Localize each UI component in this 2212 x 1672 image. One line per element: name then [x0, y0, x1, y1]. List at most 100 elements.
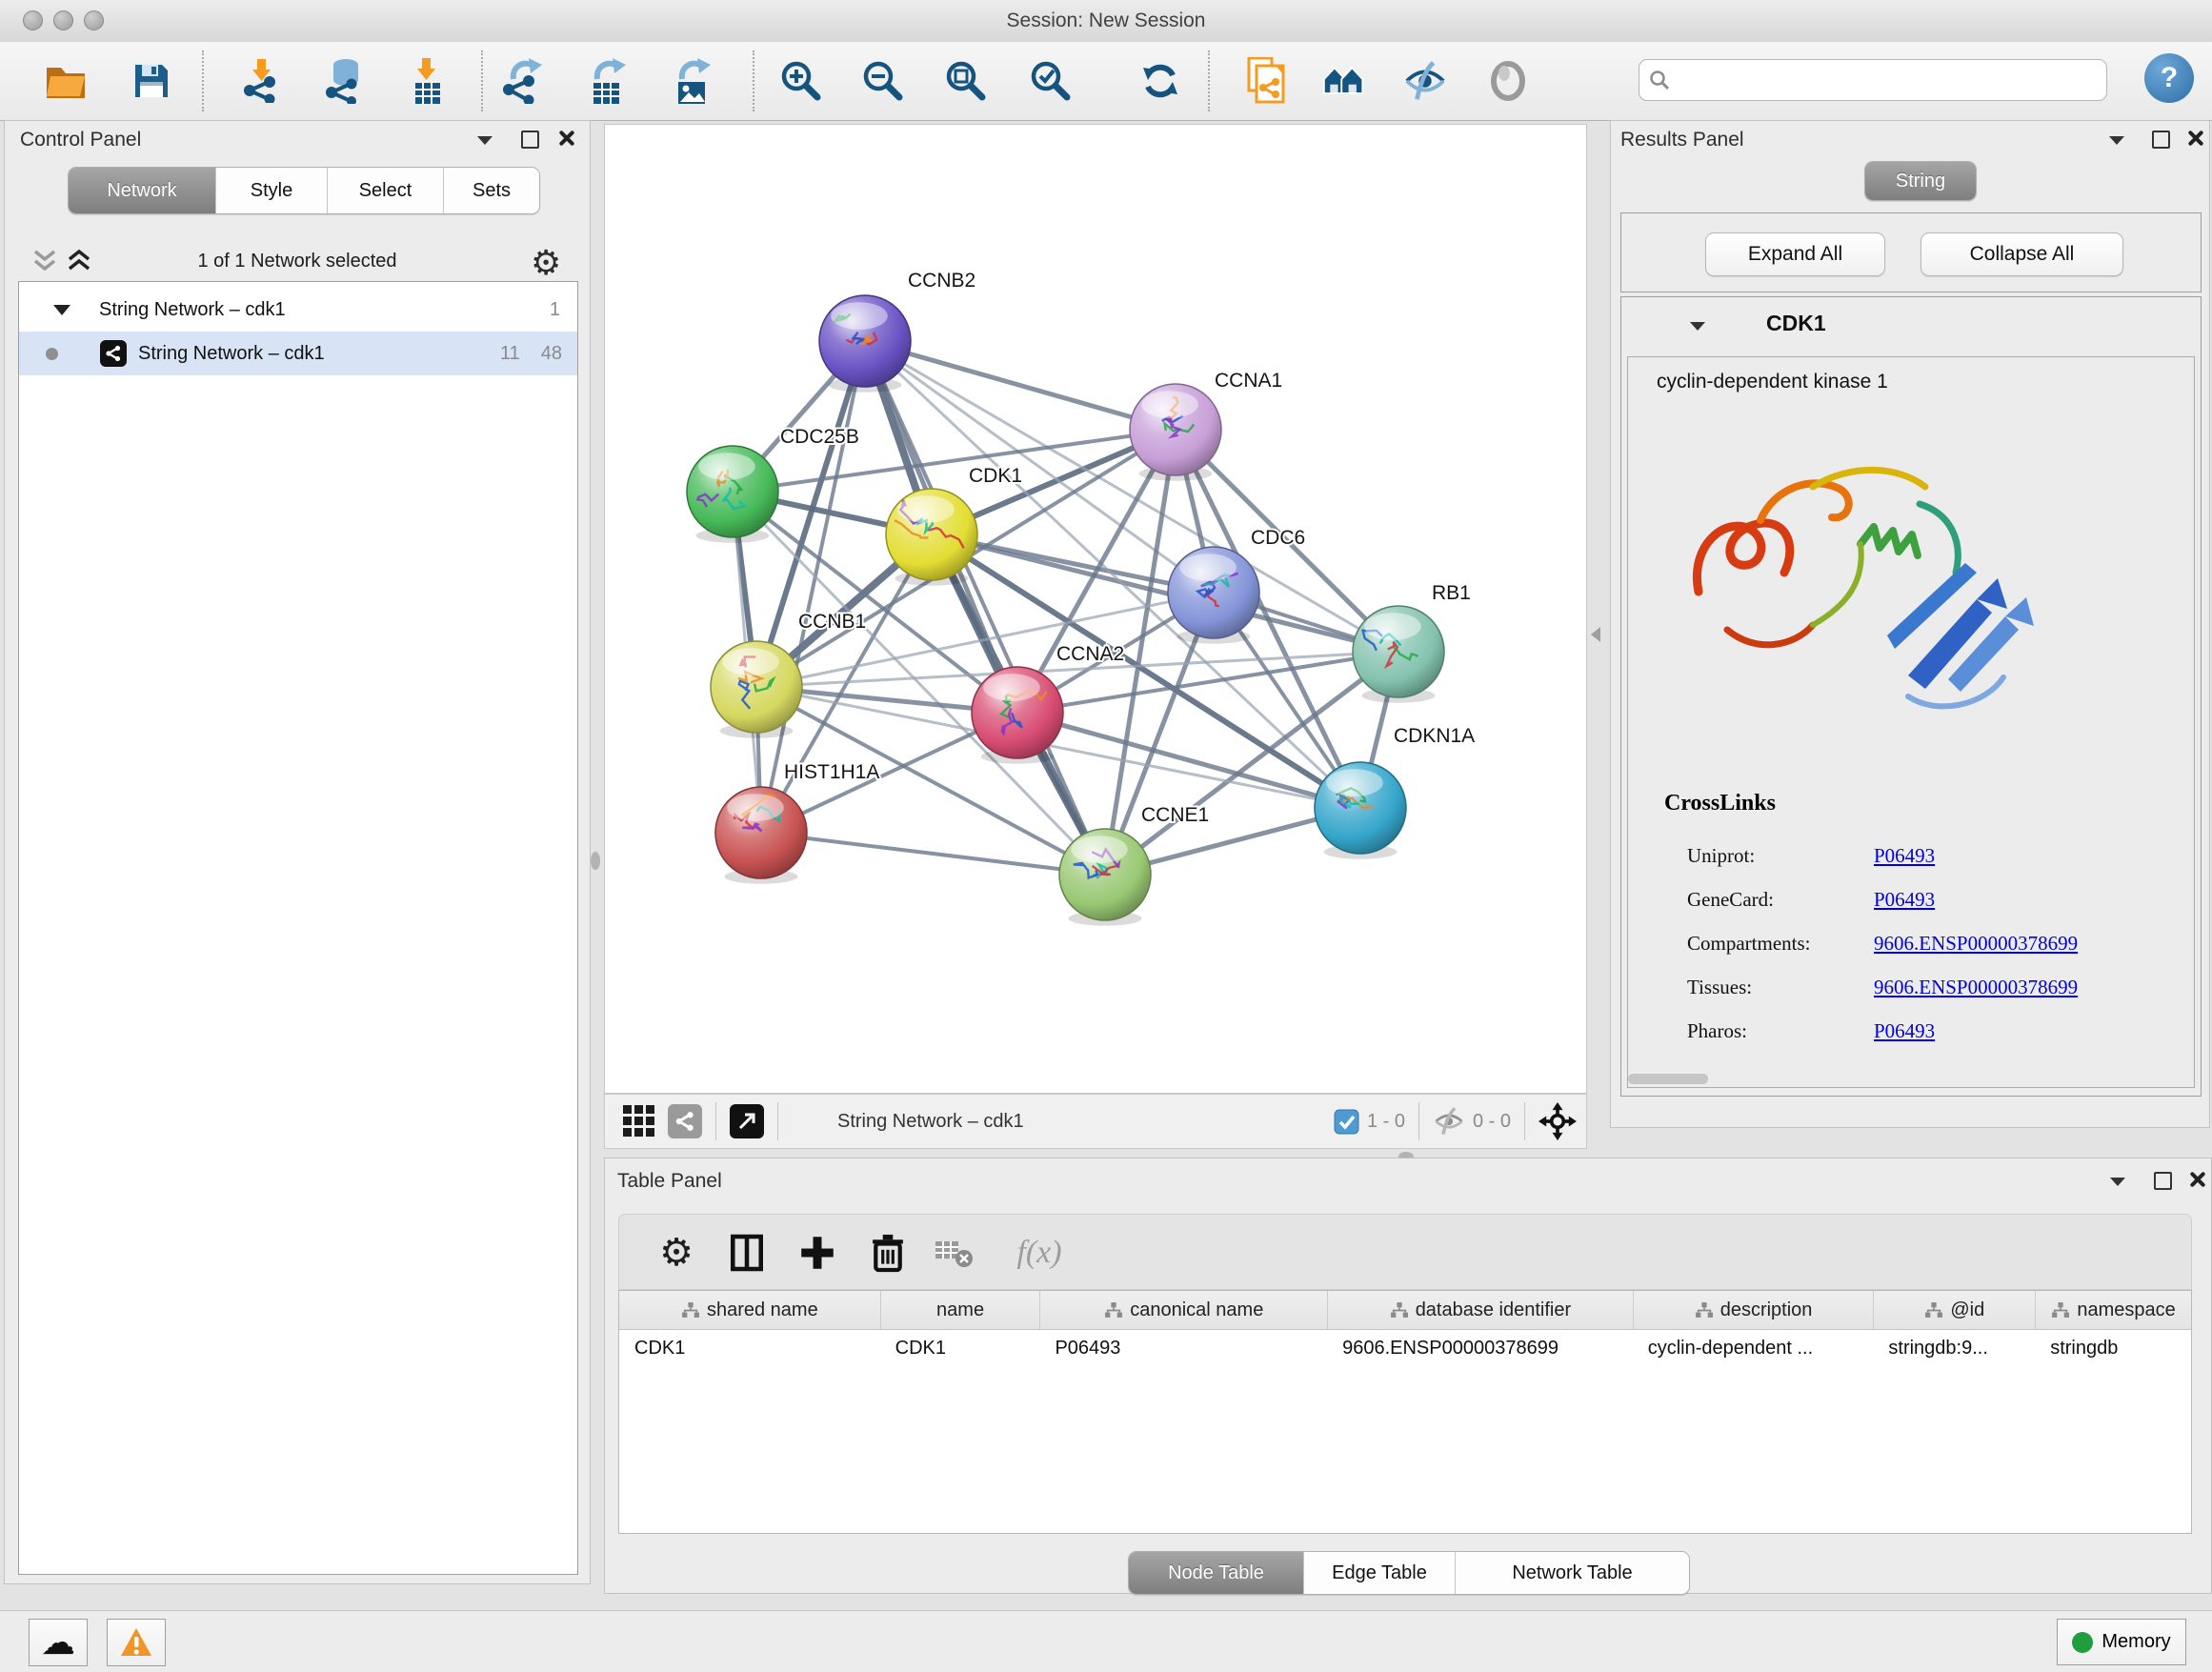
cloud-button[interactable]: ☁ [29, 1619, 88, 1666]
node-label-CCNE1: CCNE1 [1141, 804, 1209, 826]
column-header-canonical-name[interactable]: canonical name [1039, 1291, 1327, 1329]
network-node-CDC25B[interactable] [687, 446, 778, 543]
tab-sets[interactable]: Sets [443, 168, 539, 213]
panel-close-icon[interactable] [2186, 130, 2203, 147]
network-edge-CCNB2-HIST1H1A[interactable] [761, 341, 865, 833]
toolbar-separator [202, 50, 204, 111]
save-session-icon[interactable] [130, 58, 173, 104]
import-database-icon[interactable] [322, 58, 366, 104]
open-in-window-icon[interactable] [730, 1104, 764, 1138]
tab-string[interactable]: String [1865, 162, 1976, 200]
crosslink-link[interactable]: 9606.ENSP00000378699 [1874, 976, 2078, 999]
panel-menu-icon[interactable] [2109, 136, 2124, 145]
tab-network-table[interactable]: Network Table [1455, 1552, 1689, 1594]
results-scrollbar-thumb[interactable] [1628, 1074, 1708, 1084]
tab-network[interactable]: Network [69, 168, 215, 213]
panel-float-icon[interactable] [2154, 1172, 2172, 1190]
zoom-in-icon[interactable] [778, 58, 822, 104]
network-node-CDKN1A[interactable] [1315, 762, 1406, 859]
network-node-CDK1[interactable] [886, 489, 977, 586]
export-image-icon[interactable] [670, 58, 714, 104]
protein-collapse-icon[interactable] [1690, 322, 1705, 331]
zoom-out-icon[interactable] [860, 58, 904, 104]
search-box[interactable] [1639, 59, 2107, 101]
node-label-HIST1H1A: HIST1H1A [784, 761, 879, 783]
network-collection-row[interactable]: String Network – cdk1 1 [19, 288, 577, 332]
tab-style[interactable]: Style [215, 168, 327, 213]
search-input[interactable] [1678, 69, 2097, 91]
open-session-icon[interactable] [44, 58, 88, 104]
delete-column-trash-icon[interactable] [863, 1228, 913, 1278]
annotation-icon[interactable] [1244, 58, 1288, 104]
panel-close-icon[interactable] [2188, 1171, 2205, 1188]
hidden-eye-icon[interactable] [1433, 1107, 1465, 1136]
table-settings-gear-icon[interactable]: ⚙ [652, 1228, 701, 1278]
column-label: database identifier [1416, 1299, 1571, 1321]
zoom-selected-icon[interactable] [1028, 58, 1072, 104]
show-columns-icon[interactable] [722, 1228, 772, 1278]
expand-all-button[interactable]: Expand All [1705, 232, 1885, 276]
network-row-selected[interactable]: String Network – cdk1 11 48 [19, 332, 577, 375]
zoom-fit-icon[interactable] [943, 58, 987, 104]
network-options-gear-icon[interactable]: ⚙ [531, 243, 561, 283]
import-network-icon[interactable] [240, 58, 284, 104]
refresh-icon[interactable] [1138, 58, 1182, 104]
column-header-description[interactable]: description [1633, 1291, 1874, 1329]
network-edge-CDK1-RB1[interactable] [932, 534, 1398, 652]
collapse-all-button[interactable]: Collapse All [1920, 232, 2123, 276]
crosslink-link[interactable]: P06493 [1874, 844, 1935, 868]
node-label-CDC6: CDC6 [1251, 527, 1305, 549]
network-node-RB1[interactable] [1353, 606, 1444, 703]
tab-edge-table[interactable]: Edge Table [1303, 1552, 1455, 1594]
table-tabs: Node TableEdge TableNetwork Table [1128, 1551, 1690, 1595]
panel-float-icon[interactable] [521, 131, 539, 149]
network-node-CCNB1[interactable] [711, 641, 802, 738]
selected-checkbox-icon[interactable] [1334, 1109, 1359, 1135]
crosslink-link[interactable]: 9606.ENSP00000378699 [1874, 932, 2078, 956]
panel-float-icon[interactable] [2152, 131, 2170, 149]
column-header-database-identifier[interactable]: database identifier [1327, 1291, 1633, 1329]
export-table-icon[interactable] [585, 58, 629, 104]
show-graphics-icon[interactable] [1486, 58, 1530, 104]
column-header-name[interactable]: name [880, 1291, 1040, 1329]
column-header--id[interactable]: @id [1873, 1291, 2035, 1329]
network-node-CCNA1[interactable] [1130, 384, 1221, 481]
network-graph[interactable]: CCNB2CCNA1CDC25BCDK1CDC6RB1CCNB1CCNA2CDK… [605, 125, 1586, 1093]
birdseye-crosshair-icon[interactable] [1538, 1102, 1577, 1140]
tab-node-table[interactable]: Node Table [1129, 1552, 1303, 1594]
network-edge-CCNB2-CCNE1[interactable] [865, 341, 1105, 875]
protein-result-box: CDK1 cyclin-dependent kinase 1 [1620, 296, 2202, 1097]
houses-icon[interactable] [1322, 58, 1366, 104]
table-row[interactable]: CDK1CDK1P064939606.ENSP00000378699cyclin… [619, 1330, 2191, 1366]
delete-table-icon[interactable] [930, 1228, 979, 1278]
import-table-icon[interactable] [405, 58, 449, 104]
help-button[interactable]: ? [2144, 53, 2194, 103]
network-node-HIST1H1A[interactable] [715, 787, 807, 884]
column-header-shared-name[interactable]: shared name [619, 1291, 880, 1329]
crosslink-link[interactable]: P06493 [1874, 1019, 1935, 1043]
add-column-icon[interactable] [793, 1228, 842, 1278]
network-edge-HIST1H1A-CCNE1[interactable] [761, 833, 1105, 875]
right-splitter-collapse-icon[interactable] [1591, 627, 1600, 642]
network-share-icon[interactable] [668, 1104, 702, 1138]
network-canvas[interactable]: CCNB2CCNA1CDC25BCDK1CDC6RB1CCNB1CCNA2CDK… [604, 124, 1587, 1094]
grid-view-icon[interactable] [622, 1104, 656, 1138]
hide-selected-icon[interactable] [1403, 58, 1447, 104]
network-node-CDC6[interactable] [1168, 547, 1259, 644]
memory-button[interactable]: Memory [2057, 1619, 2186, 1665]
panel-menu-icon[interactable] [477, 136, 493, 145]
left-splitter-handle[interactable] [591, 852, 600, 870]
results-panel-title: Results Panel [1620, 129, 1744, 151]
tab-select[interactable]: Select [327, 168, 443, 213]
tree-expand-icon[interactable] [53, 305, 70, 315]
column-header-namespace[interactable]: namespace [2035, 1291, 2191, 1329]
column-label: name [936, 1299, 984, 1321]
crosslink-link[interactable]: P06493 [1874, 888, 1935, 912]
export-network-icon[interactable] [500, 58, 544, 104]
function-builder-icon[interactable]: f(x) [996, 1228, 1082, 1278]
control-panel: Control Panel NetworkStyleSelectSets 1 o… [4, 120, 591, 1584]
panel-close-icon[interactable] [557, 130, 574, 147]
network-node-CCNE1[interactable] [1059, 829, 1151, 926]
panel-menu-icon[interactable] [2110, 1178, 2125, 1186]
warnings-button[interactable] [107, 1619, 166, 1666]
